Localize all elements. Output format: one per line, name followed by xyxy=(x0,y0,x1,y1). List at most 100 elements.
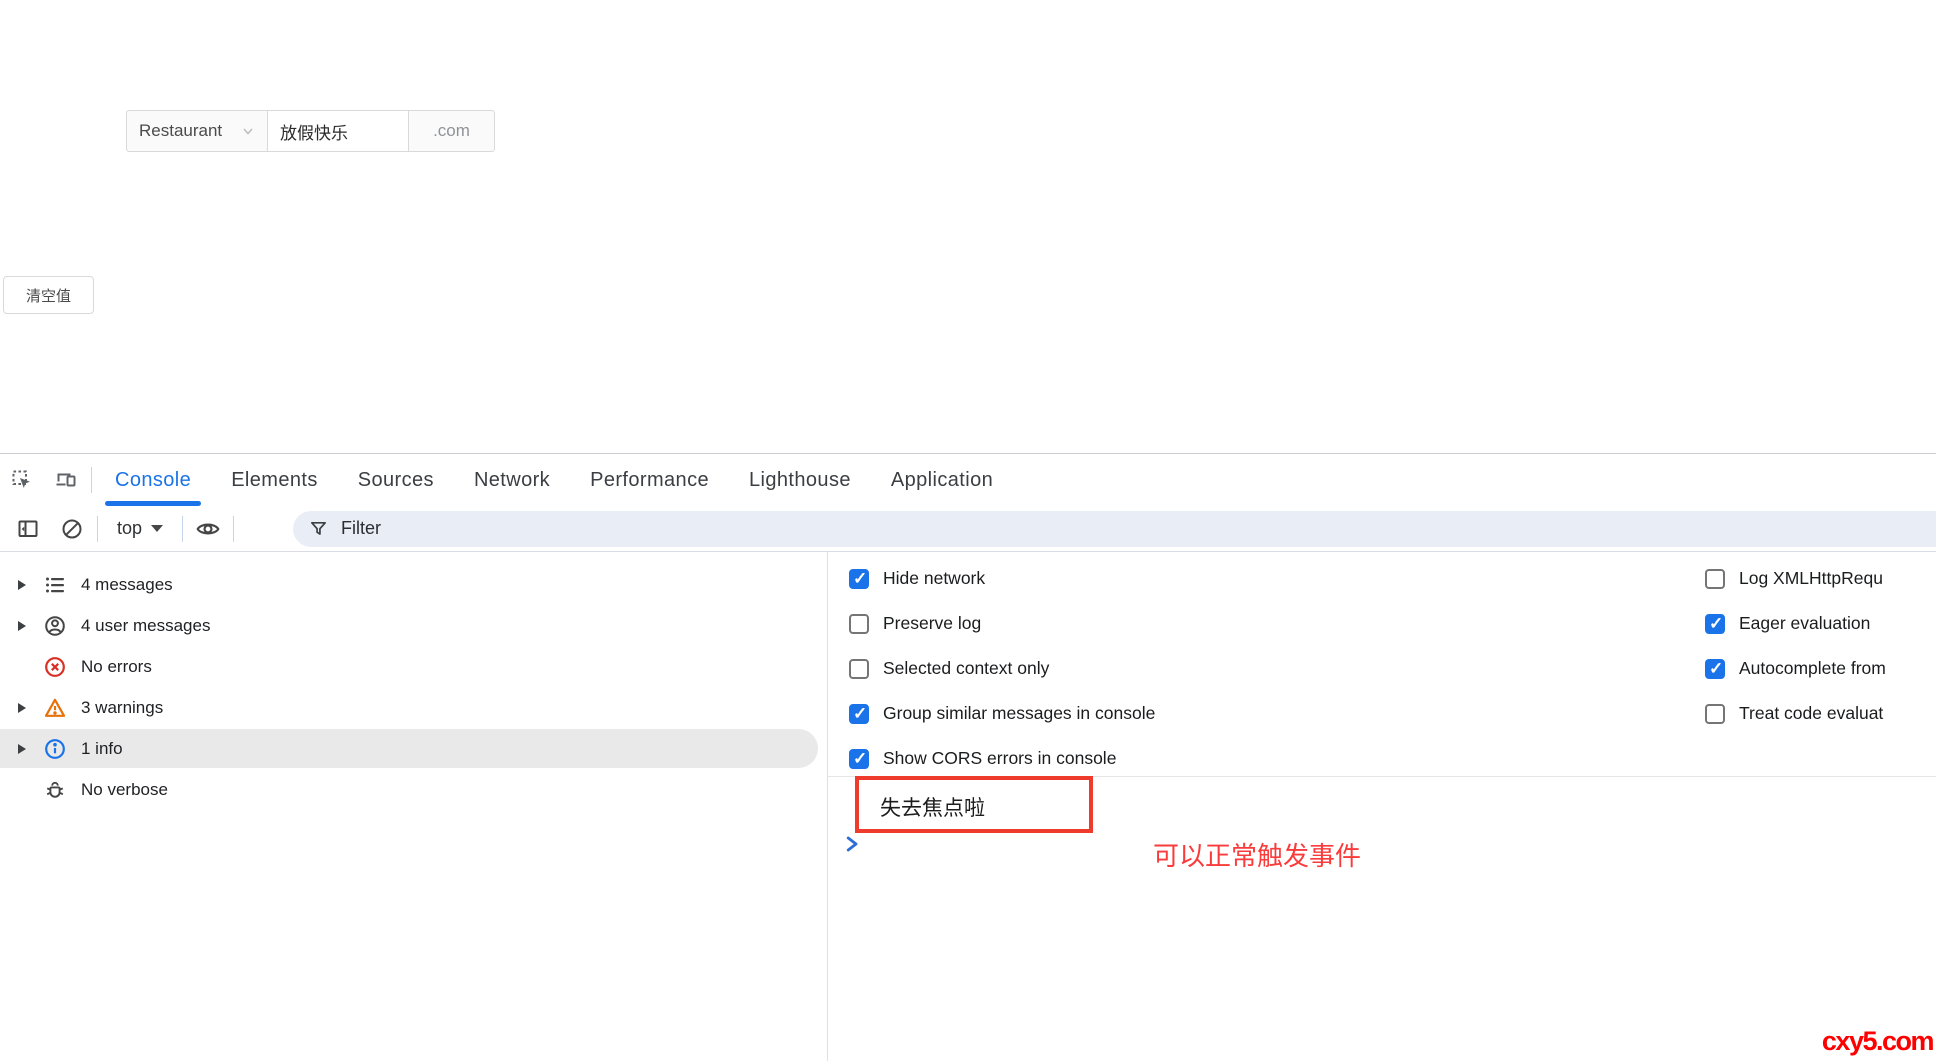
checkbox[interactable] xyxy=(849,614,869,634)
live-expression-eye-icon[interactable] xyxy=(186,509,230,549)
setting-group-similar[interactable]: Group similar messages in console xyxy=(849,691,1155,736)
info-icon xyxy=(43,737,67,761)
clear-value-button[interactable]: 清空值 xyxy=(3,276,94,314)
sidebar-item-label: 3 warnings xyxy=(81,698,163,718)
name-input[interactable] xyxy=(269,121,407,141)
setting-autocomplete[interactable]: Autocomplete from xyxy=(1705,646,1936,691)
checkbox[interactable] xyxy=(849,569,869,589)
setting-label: Hide network xyxy=(883,568,985,589)
setting-label: Preserve log xyxy=(883,613,981,634)
expand-arrow-icon[interactable] xyxy=(18,621,26,631)
sidebar-item-label: No verbose xyxy=(81,780,168,800)
caret-down-icon xyxy=(151,525,163,532)
setting-label: Log XMLHttpRequ xyxy=(1739,568,1883,589)
tab-network-label: Network xyxy=(474,469,550,492)
tab-application-label: Application xyxy=(891,469,993,492)
error-icon xyxy=(43,655,67,679)
annotation-highlight-box xyxy=(855,776,1093,833)
category-select[interactable]: Restaurant xyxy=(126,110,268,152)
sidebar-item-errors[interactable]: No errors xyxy=(0,646,827,687)
tab-console-label: Console xyxy=(115,469,191,492)
setting-treat-code-eval[interactable]: Treat code evaluat xyxy=(1705,691,1936,736)
checkbox[interactable] xyxy=(849,659,869,679)
bug-icon xyxy=(43,778,67,802)
console-toolbar: top xyxy=(0,506,1936,552)
domain-suffix-addon: .com xyxy=(408,110,495,152)
console-settings-left: Hide network Preserve log Selected conte… xyxy=(849,556,1155,781)
sidebar-item-label: 4 user messages xyxy=(81,616,210,636)
setting-selected-context-only[interactable]: Selected context only xyxy=(849,646,1155,691)
filter-funnel-icon xyxy=(309,519,328,538)
setting-label: Show CORS errors in console xyxy=(883,748,1116,769)
watermark-text: cxy5.com xyxy=(1822,1026,1933,1057)
filter-input[interactable] xyxy=(339,517,643,540)
expand-arrow-icon[interactable] xyxy=(18,703,26,713)
warning-icon xyxy=(43,696,67,720)
context-selector-value: top xyxy=(117,518,142,539)
checkbox[interactable] xyxy=(849,704,869,724)
console-main: Hide network Preserve log Selected conte… xyxy=(828,552,1936,1061)
setting-hide-network[interactable]: Hide network xyxy=(849,556,1155,601)
name-input-wrap xyxy=(267,110,409,152)
annotation-note-text: 可以正常触发事件 xyxy=(1153,836,1361,873)
checkbox[interactable] xyxy=(1705,704,1725,724)
domain-input-group: Restaurant .com xyxy=(126,110,495,152)
tab-sources-label: Sources xyxy=(358,469,434,492)
setting-label: Autocomplete from xyxy=(1739,658,1886,679)
console-settings-right: Log XMLHttpRequ Eager evaluation Autocom… xyxy=(1705,556,1936,736)
user-icon xyxy=(43,614,67,638)
checkbox[interactable] xyxy=(849,749,869,769)
console-prompt-chevron-icon xyxy=(842,834,862,854)
category-select-value: Restaurant xyxy=(139,121,222,141)
tabbar-separator xyxy=(91,467,92,493)
checkbox[interactable] xyxy=(1705,569,1725,589)
setting-label: Treat code evaluat xyxy=(1739,703,1883,724)
console-sidebar-toggle-icon[interactable] xyxy=(6,509,50,549)
console-filter-box[interactable] xyxy=(293,511,1936,547)
sidebar-item-messages[interactable]: 4 messages xyxy=(0,564,827,605)
console-content: 4 messages 4 user messages No errors xyxy=(0,552,1936,1061)
setting-preserve-log[interactable]: Preserve log xyxy=(849,601,1155,646)
tab-console[interactable]: Console xyxy=(95,454,211,506)
toolbar-separator xyxy=(233,516,234,542)
devtools-panel: Console Elements Sources Network Perform… xyxy=(0,453,1936,1061)
checkbox[interactable] xyxy=(1705,659,1725,679)
console-prompt[interactable] xyxy=(842,834,866,858)
domain-suffix-label: .com xyxy=(433,121,470,141)
expand-arrow-icon[interactable] xyxy=(18,744,26,754)
toolbar-separator xyxy=(97,516,98,542)
execution-context-selector[interactable]: top xyxy=(101,518,179,539)
sidebar-item-label: 4 messages xyxy=(81,575,173,595)
sidebar-item-warnings[interactable]: 3 warnings xyxy=(0,687,827,728)
setting-label: Selected context only xyxy=(883,658,1049,679)
tab-lighthouse[interactable]: Lighthouse xyxy=(729,454,871,506)
setting-show-cors[interactable]: Show CORS errors in console xyxy=(849,736,1155,781)
sidebar-item-info[interactable]: 1 info xyxy=(0,728,827,769)
console-sidebar: 4 messages 4 user messages No errors xyxy=(0,552,827,1061)
clear-console-icon[interactable] xyxy=(50,509,94,549)
tab-performance-label: Performance xyxy=(590,469,709,492)
setting-label: Eager evaluation xyxy=(1739,613,1870,634)
sidebar-item-label: No errors xyxy=(81,657,152,677)
inspect-element-icon[interactable] xyxy=(0,454,44,506)
tab-lighthouse-label: Lighthouse xyxy=(749,469,851,492)
setting-log-xhr[interactable]: Log XMLHttpRequ xyxy=(1705,556,1936,601)
chevron-down-icon xyxy=(241,124,255,138)
expand-arrow-icon[interactable] xyxy=(18,580,26,590)
sidebar-item-label: 1 info xyxy=(81,739,123,759)
tab-application[interactable]: Application xyxy=(871,454,1013,506)
setting-eager-evaluation[interactable]: Eager evaluation xyxy=(1705,601,1936,646)
sidebar-item-verbose[interactable]: No verbose xyxy=(0,769,827,810)
tab-network[interactable]: Network xyxy=(454,454,570,506)
tab-elements[interactable]: Elements xyxy=(211,454,338,506)
toolbar-separator xyxy=(182,516,183,542)
tab-performance[interactable]: Performance xyxy=(570,454,729,506)
list-icon xyxy=(43,573,67,597)
checkbox[interactable] xyxy=(1705,614,1725,634)
setting-label: Group similar messages in console xyxy=(883,703,1155,724)
devtools-tabbar: Console Elements Sources Network Perform… xyxy=(0,454,1936,506)
device-toolbar-icon[interactable] xyxy=(44,454,88,506)
sidebar-item-user-messages[interactable]: 4 user messages xyxy=(0,605,827,646)
screen: Restaurant .com 清空值 Console Elements Sou… xyxy=(0,0,1936,1061)
tab-sources[interactable]: Sources xyxy=(338,454,454,506)
